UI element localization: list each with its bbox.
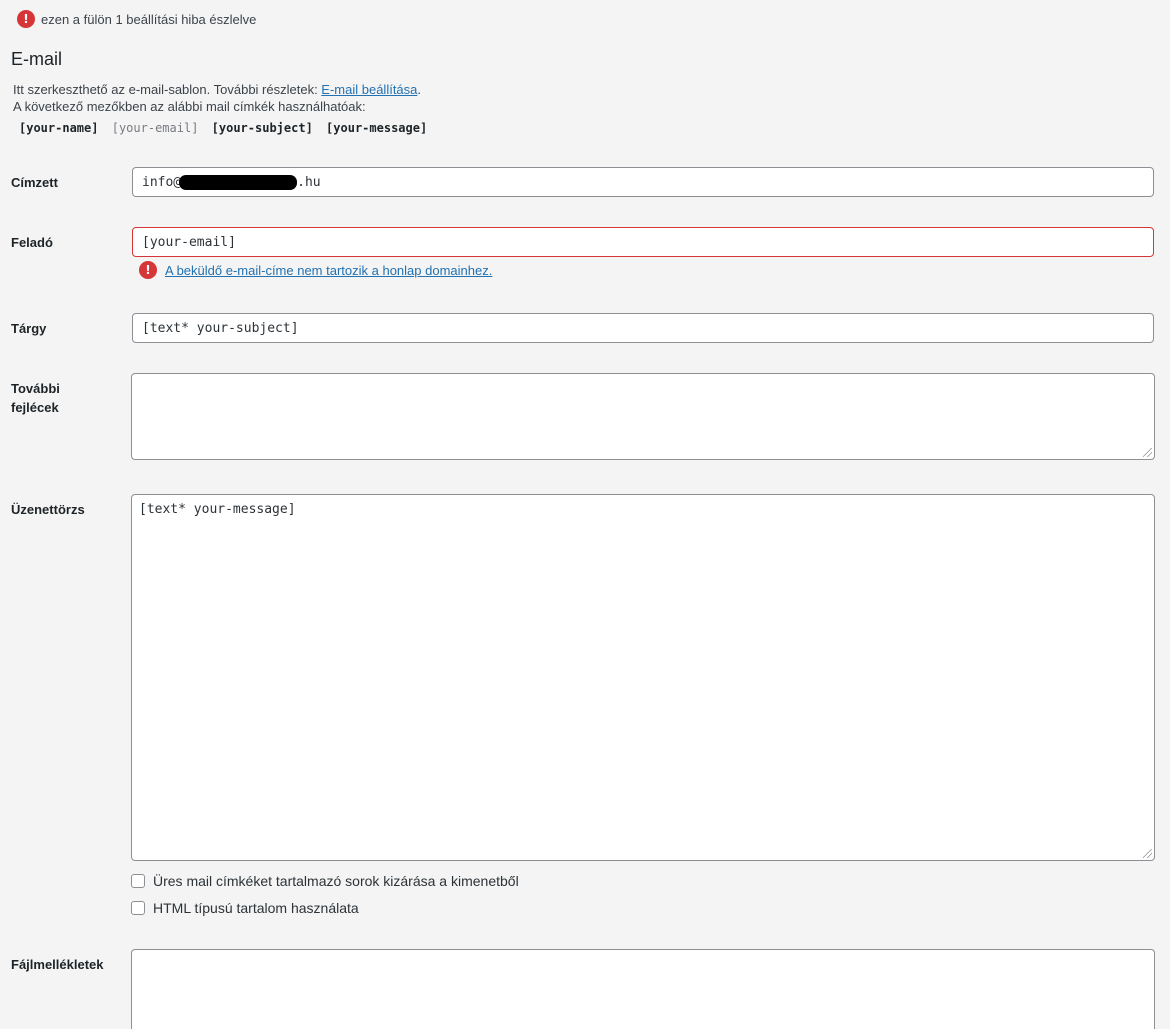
use-html-label: HTML típusú tartalom használata: [153, 900, 359, 916]
intro-line1-suffix: .: [417, 82, 422, 97]
tab-error-notice: ! ezen a fülön 1 beállítási hiba észlelv…: [17, 10, 256, 28]
exclude-blank-checkbox[interactable]: [131, 874, 145, 888]
tag-your-email: [your-email]: [111, 121, 199, 135]
email-settings-link[interactable]: E-mail beállítása: [321, 82, 417, 97]
recipient-value-suffix: .hu: [297, 174, 321, 190]
sender-error: ! A beküldő e-mail-címe nem tartozik a h…: [139, 261, 492, 279]
body-label: Üzenettörzs: [11, 502, 85, 517]
sender-label: Feladó: [11, 235, 53, 250]
intro-text: Itt szerkeszthető az e-mail-sablon. Tová…: [13, 81, 421, 115]
recipient-label: Címzett: [11, 175, 58, 190]
intro-line1-prefix: Itt szerkeszthető az e-mail-sablon. Tová…: [13, 82, 322, 97]
use-html-option[interactable]: HTML típusú tartalom használata: [131, 900, 359, 916]
body-value: [text* your-message]: [139, 502, 296, 517]
tab-error-text: ezen a fülön 1 beállítási hiba észlelve: [41, 11, 257, 27]
sender-input[interactable]: [your-email]: [132, 227, 1154, 257]
use-html-checkbox[interactable]: [131, 901, 145, 915]
attachments-textarea[interactable]: [131, 949, 1155, 1029]
headers-textarea[interactable]: [131, 373, 1155, 460]
mail-tags: [your-name] [your-email] [your-subject] …: [19, 121, 433, 135]
error-icon: !: [17, 10, 35, 28]
intro-line2: A következő mezőkben az alábbi mail címk…: [13, 99, 366, 114]
subject-value: [text* your-subject]: [142, 320, 299, 336]
section-title: E-mail: [11, 49, 63, 69]
sender-value: [your-email]: [142, 234, 236, 250]
tag-your-subject: [your-subject]: [211, 121, 313, 135]
exclude-blank-option[interactable]: Üres mail címkéket tartalmazó sorok kizá…: [131, 873, 519, 889]
resize-handle-icon[interactable]: [1143, 448, 1152, 457]
recipient-input[interactable]: info@ .hu: [132, 167, 1154, 197]
headers-label-line1: További: [11, 381, 60, 396]
exclude-blank-label: Üres mail címkéket tartalmazó sorok kizá…: [153, 873, 519, 889]
recipient-value-prefix: info@: [142, 174, 182, 190]
tag-your-name: [your-name]: [19, 121, 99, 135]
headers-label-line2: fejlécek: [11, 400, 59, 415]
headers-label: További fejlécek: [11, 379, 60, 417]
subject-label: Tárgy: [11, 321, 47, 336]
sender-error-link[interactable]: A beküldő e-mail-címe nem tartozik a hon…: [165, 263, 492, 278]
error-icon: !: [139, 261, 157, 279]
subject-input[interactable]: [text* your-subject]: [132, 313, 1154, 343]
tag-your-message: [your-message]: [326, 121, 428, 135]
redacted-domain: [179, 174, 298, 190]
resize-handle-icon[interactable]: [1143, 849, 1152, 858]
body-textarea[interactable]: [text* your-message]: [131, 494, 1155, 861]
attachments-label: Fájlmellékletek: [11, 957, 104, 972]
